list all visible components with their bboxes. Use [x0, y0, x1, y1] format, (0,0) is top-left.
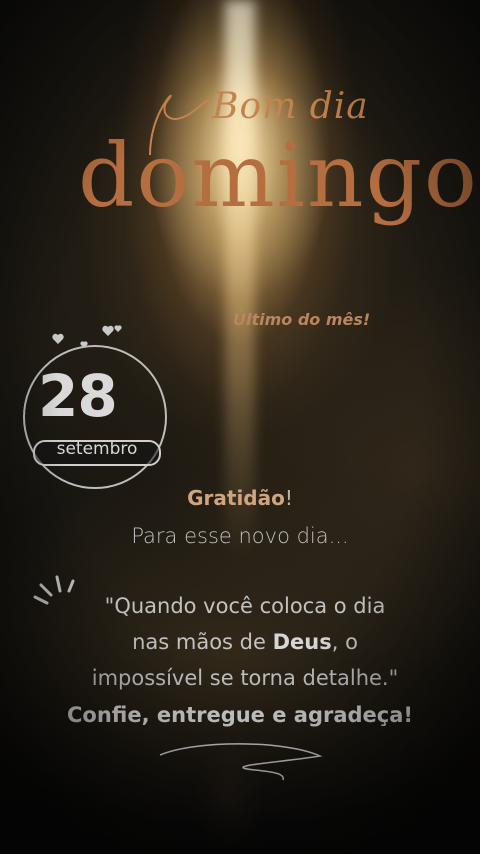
date-month: setembro — [56, 439, 138, 459]
quote-line-1: "Quando você coloca o dia — [104, 594, 386, 618]
greeting-line-2: domingo — [78, 124, 479, 227]
gratitude-subline: Para esse novo dia... — [131, 524, 349, 548]
gratitude-suffix: ! — [284, 486, 293, 510]
quote-line-3: impossível se torna detalhe." — [91, 666, 399, 690]
gratitude-word: Gratidão — [187, 486, 285, 510]
closing-line: Confie, entregue e agradeça! — [66, 703, 413, 727]
greeting-line-1: Bom dia — [212, 86, 369, 127]
date-day: 28 — [38, 362, 118, 430]
quote-line-2-emphasis: Deus — [272, 630, 332, 654]
quote-line-2-post: , o — [331, 630, 358, 654]
swoosh-underline — [159, 743, 323, 781]
gratitude-heading: Gratidão! — [0, 486, 480, 510]
quote-line-2: nas mãos de Deus, o — [30, 630, 460, 654]
tagline: Último do mês! — [233, 310, 371, 329]
quote-line-2-pre: nas mãos de — [132, 630, 273, 654]
greeting-card: Bom dia domingo Último do mês! 28 setemb… — [0, 0, 480, 854]
